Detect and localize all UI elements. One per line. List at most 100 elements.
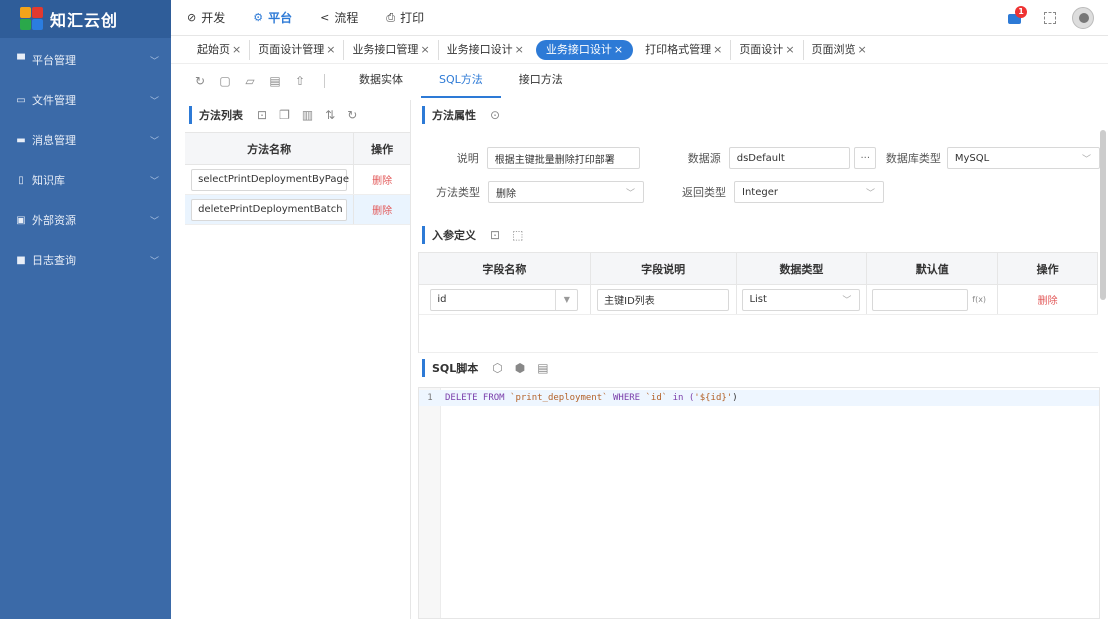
table-header: 字段名称 字段说明 数据类型 默认值 操作 <box>419 253 1099 285</box>
sidebar-item-external[interactable]: ▣ 外部资源 ﹀ <box>0 200 171 240</box>
sidebar-item-knowledge[interactable]: ▯ 知识库 ﹀ <box>0 160 171 200</box>
method-name-input[interactable]: deletePrintDeploymentBatch <box>191 198 348 221</box>
sidebar-item-files[interactable]: ▭ 文件管理 ﹀ <box>0 80 171 120</box>
sql-section: SQL脚本 ⬡ ⬢ ▤ 1 DELETE FROM `print_deploym… <box>418 353 1100 619</box>
compress-icon[interactable]: ⬢ <box>515 361 525 375</box>
table-row[interactable]: selectPrintDeploymentByPage 删除 <box>185 165 410 195</box>
toolbar-divider <box>324 74 325 88</box>
delete-link[interactable]: 删除 <box>1038 292 1058 307</box>
column-header-action: 操作 <box>998 253 1099 284</box>
section-marker <box>189 106 192 124</box>
fullscreen-icon[interactable] <box>1044 11 1056 24</box>
tab-page-design[interactable]: 页面设计 × <box>731 39 804 60</box>
method-name-input[interactable]: selectPrintDeploymentByPage <box>191 168 349 191</box>
template-icon[interactable]: ▤ <box>537 361 548 375</box>
tab-page-preview[interactable]: 页面浏览 × <box>804 40 875 60</box>
field-name-select[interactable]: id ▼ <box>430 288 579 311</box>
delete-link[interactable]: 删除 <box>372 202 392 217</box>
section-marker <box>422 226 425 244</box>
paste-icon[interactable]: ▥ <box>302 108 313 122</box>
tab-label: 页面浏览 <box>811 42 856 56</box>
tab-api-manage[interactable]: 业务接口管理 × <box>344 39 439 60</box>
topnav-workflow[interactable]: < 流程 <box>320 9 358 26</box>
sidebar-item-logs[interactable]: ■ 日志查询 ﹀ <box>0 240 171 280</box>
tab-page-design-manage[interactable]: 页面设计管理 × <box>250 39 345 60</box>
sort-icon[interactable]: ⇅ <box>325 108 335 122</box>
close-icon[interactable]: × <box>713 43 722 56</box>
sql-editor[interactable]: 1 DELETE FROM `print_deployment` WHERE `… <box>418 387 1100 619</box>
close-icon[interactable]: × <box>614 43 623 56</box>
refresh-icon[interactable]: ↻ <box>193 74 207 88</box>
format-icon[interactable]: ⬡ <box>492 361 502 375</box>
topnav-develop[interactable]: ⊘ 开发 <box>187 9 225 26</box>
sql-keyword: WHERE <box>607 393 646 403</box>
default-input-group: f(x) <box>872 288 993 311</box>
sidebar-item-label: 外部资源 <box>32 214 76 227</box>
sidebar: 知汇云创 ▀ 平台管理 ﹀ ▭ 文件管理 ﹀ ▬ 消息管理 ﹀ ▯ 知识库 ﹀ … <box>0 0 171 619</box>
method-action-cell: 删除 <box>354 195 410 224</box>
dbtype-select[interactable]: MySQL ﹀ <box>946 147 1100 169</box>
add-icon[interactable]: ⊡ <box>490 228 500 242</box>
add-icon[interactable]: ⊡ <box>257 108 267 122</box>
default-input[interactable] <box>872 288 969 311</box>
delete-link[interactable]: 删除 <box>372 172 392 187</box>
sql-keyword: in ( <box>667 393 695 403</box>
column-header-field-name: 字段名称 <box>419 253 591 284</box>
page-tabs: 起始页 × 页面设计管理 × 业务接口管理 × 业务接口设计 × 业务接口设计 × 打印格… <box>171 36 1108 64</box>
export-icon[interactable]: ⇧ <box>293 74 307 88</box>
sidebar-item-messages[interactable]: ▬ 消息管理 ﹀ <box>0 120 171 160</box>
column-header-default: 默认值 <box>867 253 999 284</box>
sidebar-item-platform[interactable]: ▀ 平台管理 ﹀ <box>0 40 171 80</box>
form-row: 说明 根据主键批量删除打印部署 数据源 dsDefault ··· 数据库类型 … <box>418 142 1100 174</box>
close-icon[interactable]: × <box>785 43 794 56</box>
tab-print-format-manage[interactable]: 打印格式管理 × <box>637 39 732 60</box>
sql-keyword: DELETE FROM <box>445 393 511 403</box>
topnav-platform[interactable]: ⚙ 平台 <box>253 9 292 26</box>
select-icon[interactable]: ⬚ <box>512 228 523 242</box>
table-row[interactable]: deletePrintDeploymentBatch 删除 <box>185 195 410 225</box>
dbtype-label: 数据库类型 <box>885 152 941 165</box>
close-icon[interactable]: × <box>420 43 429 56</box>
topnav-label: 流程 <box>334 11 359 25</box>
close-icon[interactable]: × <box>326 43 335 56</box>
topnav-print[interactable]: ⎙ 打印 <box>386 9 424 26</box>
method-name-cell: deletePrintDeploymentBatch <box>185 195 355 224</box>
data-type-value: List <box>749 294 767 305</box>
message-notification-icon[interactable]: 1 <box>1006 5 1027 27</box>
tab-api-design-active[interactable]: 业务接口设计 × <box>535 39 634 60</box>
column-header-field-desc: 字段说明 <box>591 253 737 284</box>
datasource-picker-button[interactable]: ··· <box>854 147 877 169</box>
function-icon[interactable]: f(x) <box>972 295 986 304</box>
methodtype-select[interactable]: 删除 ﹀ <box>488 181 644 203</box>
line-gutter <box>419 388 441 618</box>
returntype-select[interactable]: Integer ﹀ <box>734 181 884 203</box>
close-icon[interactable]: × <box>858 43 867 56</box>
save-icon[interactable]: ▢ <box>218 74 232 88</box>
subtab-api-method[interactable]: 接口方法 <box>501 64 581 98</box>
desc-input[interactable]: 根据主键批量删除打印部署 <box>486 147 640 169</box>
tab-label: 业务接口设计 <box>446 42 513 56</box>
tab-label: 起始页 <box>197 42 230 56</box>
avatar[interactable] <box>1072 6 1094 29</box>
run-icon[interactable]: ⊙ <box>490 108 500 122</box>
field-desc-input[interactable]: 主键ID列表 <box>597 288 730 311</box>
close-icon[interactable]: × <box>515 43 524 56</box>
tab-api-design[interactable]: 业务接口设计 × <box>439 40 532 60</box>
copy-icon[interactable]: ❐ <box>279 108 290 122</box>
subtab-data-entity[interactable]: 数据实体 <box>341 64 421 98</box>
column-header-data-type: 数据类型 <box>737 253 868 284</box>
tab-start-page[interactable]: 起始页 × <box>189 39 251 60</box>
close-icon[interactable]: × <box>232 43 241 56</box>
datasource-input[interactable]: dsDefault <box>728 147 851 169</box>
brand-logo[interactable]: 知汇云创 <box>0 0 171 38</box>
printer-icon[interactable]: ▤ <box>268 74 282 88</box>
open-folder-icon[interactable]: ▱ <box>243 74 257 88</box>
topnav-label: 开发 <box>201 11 226 25</box>
subtab-sql-method[interactable]: SQL方法 <box>421 64 501 98</box>
data-type-select[interactable]: List ﹀ <box>742 288 861 311</box>
refresh-icon[interactable]: ↻ <box>347 108 357 122</box>
method-name-cell: selectPrintDeploymentByPage <box>185 165 355 194</box>
data-type-cell: List ﹀ <box>737 285 868 314</box>
scrollbar[interactable] <box>1100 130 1106 300</box>
top-nav: ⊘ 开发 ⚙ 平台 < 流程 ⎙ 打印 <box>171 9 452 26</box>
